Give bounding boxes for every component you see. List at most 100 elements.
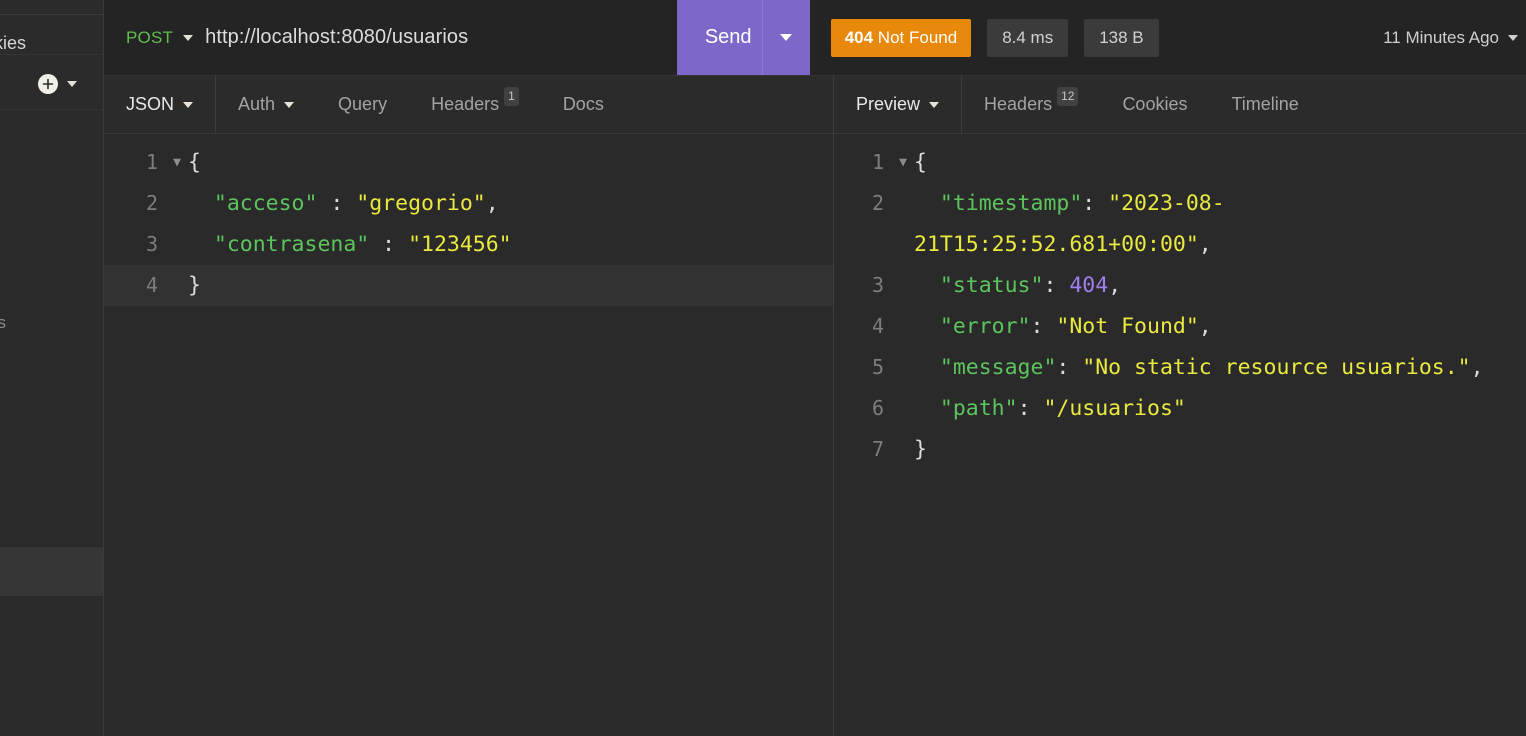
plus-circle-icon xyxy=(38,74,58,94)
response-tab-bar: Preview Headers 12 Cookies Timeline xyxy=(834,76,1526,134)
line-number: 2 xyxy=(145,191,158,215)
token-c: : xyxy=(1082,191,1109,216)
token-k: "acceso" xyxy=(213,191,318,216)
response-code-line: 3 · "status": 404, xyxy=(834,265,1526,306)
request-tab-docs[interactable]: Docs xyxy=(541,76,626,133)
fold-arrow-icon[interactable]: ▼ xyxy=(892,142,914,183)
line-number: 4 xyxy=(871,314,884,338)
tab-label: JSON xyxy=(126,94,175,114)
code-text: "path": "/usuarios" xyxy=(914,388,1526,429)
sidebar-divider-1 xyxy=(0,54,103,55)
code-text: "error": "Not Found", xyxy=(914,306,1526,347)
tab-label: Headers xyxy=(431,94,500,114)
request-code-line: 2 · "acceso" : "gregorio", xyxy=(104,183,833,224)
code-text: "contrasena" : "123456" xyxy=(188,224,833,265)
line-number: 1 xyxy=(145,150,158,174)
response-time-badge: 8.4 ms xyxy=(987,18,1069,57)
chevron-down-icon xyxy=(1508,34,1519,41)
token-p: } xyxy=(914,437,927,462)
request-tab-auth[interactable]: Auth xyxy=(216,76,316,133)
request-tab-headers[interactable]: Headers 1 xyxy=(409,76,541,133)
tab-label: Timeline xyxy=(1231,94,1299,114)
status-code: 404 xyxy=(844,27,874,47)
fold-spacer: · xyxy=(892,183,914,224)
chevron-down-icon xyxy=(284,101,295,108)
response-pane: 1 ▼{2 · "timestamp": "2023-08-21T15:25:52.… xyxy=(834,134,1526,736)
send-options-dropdown[interactable] xyxy=(761,0,810,75)
token-s: "/usuarios" xyxy=(1043,396,1186,421)
fold-spacer: · xyxy=(892,429,914,470)
code-text: "message": "No static resource usuarios.… xyxy=(914,347,1526,388)
token-p: , xyxy=(1470,355,1484,380)
chevron-down-icon xyxy=(929,101,940,108)
token-p: , xyxy=(1108,273,1122,298)
code-text: "status": 404, xyxy=(914,265,1526,306)
chevron-down-icon xyxy=(183,101,194,108)
request-code-line: 4 ·} xyxy=(104,265,833,306)
response-time-ago-label: 11 Minutes Ago xyxy=(1383,27,1500,47)
url-input[interactable]: http://localhost:8080/usuarios xyxy=(205,0,677,75)
token-p xyxy=(188,232,214,257)
response-code-line: 7 ·} xyxy=(834,429,1526,470)
response-tab-timeline[interactable]: Timeline xyxy=(1209,76,1320,133)
response-tab-preview[interactable]: Preview xyxy=(834,76,963,133)
fold-spacer: · xyxy=(892,388,914,429)
tab-count-badge: 1 xyxy=(504,87,519,106)
sidebar: okies os xyxy=(0,0,104,736)
token-k: "path" xyxy=(939,396,1018,421)
sidebar-cookies-label[interactable]: okies xyxy=(0,33,26,54)
response-meta-bar: 404 Not Found 8.4 ms 138 B 11 Minutes Ag… xyxy=(809,0,1526,75)
token-c: : xyxy=(1043,273,1070,298)
request-tab-json[interactable]: JSON xyxy=(104,76,217,133)
response-code-line: 1 ▼{ xyxy=(834,142,1526,183)
fold-spacer: · xyxy=(166,183,188,224)
status-badge: 404 Not Found xyxy=(830,18,972,57)
tab-label: Auth xyxy=(238,94,276,114)
request-url-bar: POST http://localhost:8080/usuarios Send… xyxy=(104,0,1526,76)
token-k: "message" xyxy=(939,355,1057,380)
token-k: "status" xyxy=(939,273,1044,298)
method-selector[interactable]: POST xyxy=(104,0,205,75)
sidebar-top-divider xyxy=(0,14,103,15)
fold-arrow-icon[interactable]: ▼ xyxy=(166,142,188,183)
response-code-line: 2 · "timestamp": "2023-08-21T15:25:52.681… xyxy=(834,183,1526,265)
method-label: POST xyxy=(126,27,174,47)
sidebar-divider-2 xyxy=(0,109,103,110)
main-area: POST http://localhost:8080/usuarios Send… xyxy=(104,0,1526,736)
token-s: "Not Found" xyxy=(1056,314,1199,339)
code-text: } xyxy=(914,429,1526,470)
token-p xyxy=(188,191,214,216)
token-k: "contrasena" xyxy=(213,232,370,257)
fold-spacer: · xyxy=(166,265,188,306)
status-text: Not Found xyxy=(877,27,958,47)
request-tab-bar: JSON Auth Query Headers 1 Docs xyxy=(104,76,834,134)
response-tab-headers[interactable]: Headers 12 xyxy=(962,76,1100,133)
token-p: , xyxy=(1198,232,1212,257)
request-code-line: 3 · "contrasena" : "123456" xyxy=(104,224,833,265)
code-text: { xyxy=(188,142,833,183)
tab-label: Preview xyxy=(856,94,921,114)
sidebar-add-button[interactable] xyxy=(38,74,77,94)
request-body-editor[interactable]: 1 ▼{2 · "acceso" : "gregorio", 3 · "contrase… xyxy=(104,134,833,736)
fold-spacer: · xyxy=(166,224,188,265)
code-text: "acceso" : "gregorio", xyxy=(188,183,833,224)
token-p: , xyxy=(1198,314,1212,339)
token-p: } xyxy=(188,273,201,298)
token-c: : xyxy=(1017,396,1044,421)
send-button[interactable]: Send xyxy=(676,0,810,75)
tab-bars: JSON Auth Query Headers 1 Docs Preview Headers… xyxy=(104,76,1526,134)
response-history-dropdown[interactable]: 11 Minutes Ago xyxy=(1383,28,1526,48)
sidebar-item-label[interactable]: os xyxy=(0,313,6,333)
request-tab-query[interactable]: Query xyxy=(316,76,409,133)
fold-spacer: · xyxy=(892,265,914,306)
token-s: "123456" xyxy=(408,232,512,257)
sidebar-item-selected[interactable] xyxy=(0,547,103,596)
line-number: 6 xyxy=(871,396,884,420)
response-tab-cookies[interactable]: Cookies xyxy=(1100,76,1209,133)
token-p: , xyxy=(485,191,499,216)
response-code-line: 4 · "error": "Not Found", xyxy=(834,306,1526,347)
response-body-viewer[interactable]: 1 ▼{2 · "timestamp": "2023-08-21T15:25:52.… xyxy=(834,134,1526,736)
token-p xyxy=(914,191,940,216)
editor-panes: 1▼{2· "acceso" : "gregorio",3· "contrase… xyxy=(104,134,1526,736)
response-code-line: 6 · "path": "/usuarios" xyxy=(834,388,1526,429)
